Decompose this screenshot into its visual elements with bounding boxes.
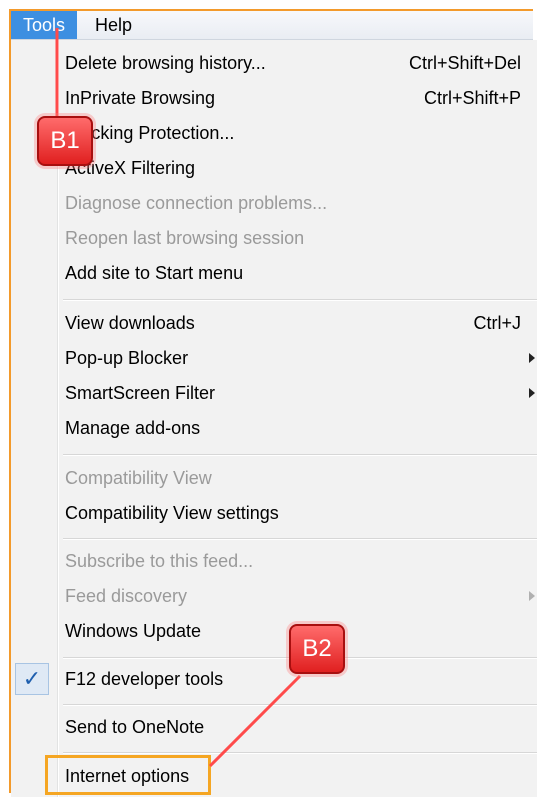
menu-item-shortcut: Ctrl+Shift+P <box>423 88 521 108</box>
annotation-badge-b1: B1 <box>37 116 93 166</box>
menu-item-shortcut: Ctrl+J <box>473 313 521 333</box>
menu-item-label: View downloads <box>65 313 195 333</box>
menu-item-smartscreen-filter[interactable]: SmartScreen Filter <box>11 376 537 410</box>
menu-item-inprivate-browsing[interactable]: InPrivate Browsing Ctrl+Shift+P <box>11 81 537 115</box>
menu-item-label: SmartScreen Filter <box>65 383 216 403</box>
menu-item-reopen-last-session: Reopen last browsing session <box>11 221 537 255</box>
submenu-arrow-icon <box>529 388 535 398</box>
menu-item-view-downloads[interactable]: View downloads Ctrl+J <box>11 306 537 340</box>
annotation-badge-b2: B2 <box>289 624 345 674</box>
menu-item-label: Feed discovery <box>65 586 188 606</box>
menu-separator <box>63 299 537 301</box>
menu-item-label: Windows Update <box>65 621 202 641</box>
menu-item-delete-browsing-history[interactable]: Delete browsing history... Ctrl+Shift+De… <box>11 46 537 80</box>
menu-separator <box>63 454 537 456</box>
menu-item-compatibility-view: Compatibility View <box>11 461 537 495</box>
menu-item-subscribe-feed: Subscribe to this feed... <box>11 544 537 578</box>
menu-item-manage-add-ons[interactable]: Manage add-ons <box>11 411 537 445</box>
menu-item-shortcut: Ctrl+Shift+Del <box>408 53 521 73</box>
menu-item-label: Compatibility View <box>65 468 212 488</box>
menu-item-label: F12 developer tools <box>65 669 224 689</box>
menu-item-label: Add site to Start menu <box>65 263 244 283</box>
menu-item-compatibility-view-settings[interactable]: Compatibility View settings <box>11 496 537 530</box>
menu-tools[interactable]: Tools <box>11 11 78 39</box>
menu-separator <box>63 704 537 706</box>
menu-item-add-site-to-start[interactable]: Add site to Start menu <box>11 256 537 290</box>
submenu-arrow-icon <box>529 591 535 601</box>
menu-item-label: Pop-up Blocker <box>65 348 189 368</box>
menu-separator <box>63 752 537 754</box>
menu-separator <box>63 538 537 540</box>
menu-help[interactable]: Help <box>83 11 144 39</box>
menu-item-label: Delete browsing history... <box>65 53 266 73</box>
menu-item-label: Diagnose connection problems... <box>65 193 328 213</box>
menu-item-label: Subscribe to this feed... <box>65 551 254 571</box>
checkmark-icon: ✓ <box>15 663 49 695</box>
menu-item-label: Reopen last browsing session <box>65 228 305 248</box>
submenu-arrow-icon <box>529 353 535 363</box>
menu-item-f12-developer-tools[interactable]: ✓ F12 developer tools <box>11 662 537 696</box>
internet-options-highlight <box>45 755 211 795</box>
menu-item-label: Manage add-ons <box>65 418 201 438</box>
menu-item-send-to-onenote[interactable]: Send to OneNote <box>11 710 537 744</box>
menu-bar: Tools Help <box>11 11 533 40</box>
menu-item-label: InPrivate Browsing <box>65 88 216 108</box>
menu-item-diagnose-connection: Diagnose connection problems... <box>11 186 537 220</box>
menu-item-popup-blocker[interactable]: Pop-up Blocker <box>11 341 537 375</box>
menu-item-label: Compatibility View settings <box>65 503 279 523</box>
menu-item-windows-update[interactable]: Windows Update <box>11 614 537 648</box>
menu-item-feed-discovery: Feed discovery <box>11 579 537 613</box>
menu-item-label: Send to OneNote <box>65 717 205 737</box>
